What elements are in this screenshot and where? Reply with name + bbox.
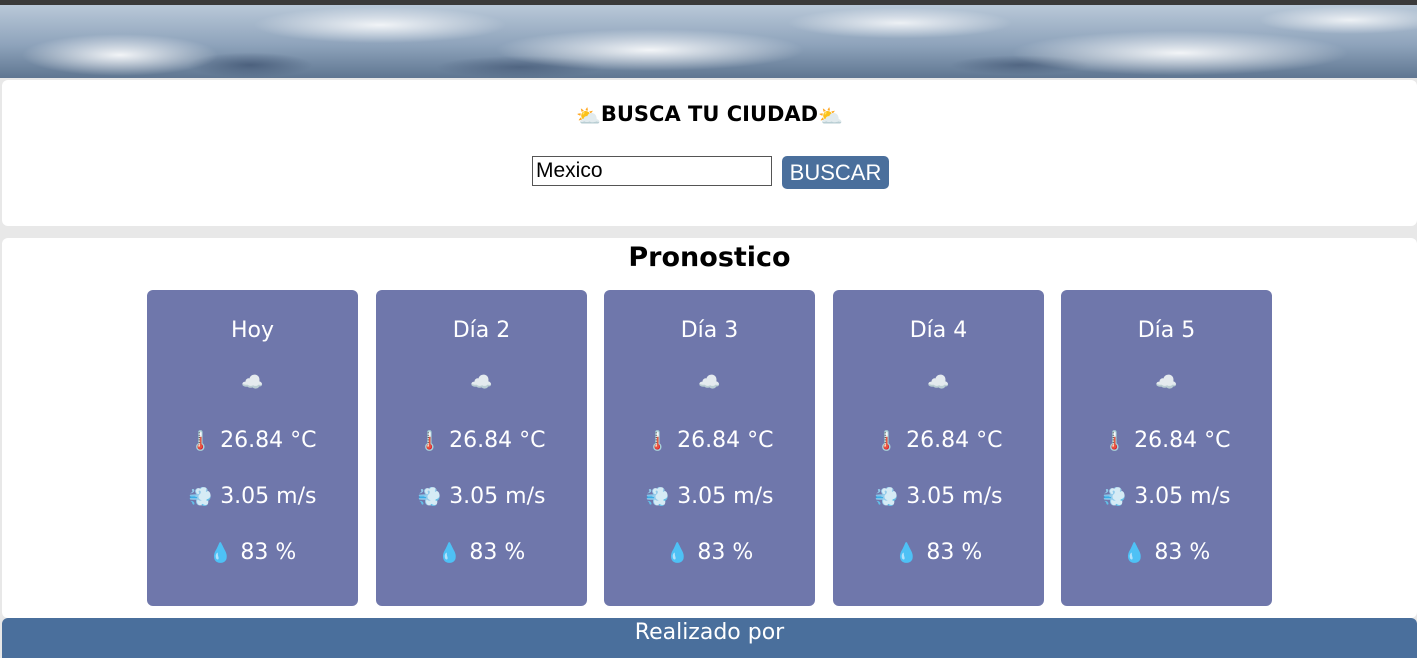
forecast-card-day-5: Día 5 ☁️ 🌡️ 26.84 °C 💨 3.05 m/s 💧 83 % (1061, 290, 1272, 606)
day-label: Día 3 (680, 318, 739, 343)
droplet-icon: 💧 (665, 542, 690, 564)
day-label: Día 5 (1137, 318, 1196, 343)
humidity-value: 83 % (697, 540, 754, 565)
humidity-row: 💧 83 % (833, 540, 1044, 565)
droplet-icon: 💧 (208, 542, 233, 564)
sun-behind-cloud-icon: ⛅ (818, 104, 844, 128)
search-panel: ⛅BUSCA TU CIUDAD⛅ BUSCAR (2, 80, 1417, 226)
forecast-panel: Pronostico Hoy ☁️ 🌡️ 26.84 °C 💨 3.05 m/s 💧… (2, 238, 1417, 618)
wind-icon: 💨 (417, 486, 442, 508)
humidity-row: 💧 83 % (1061, 540, 1272, 565)
city-search-input[interactable] (532, 156, 772, 186)
wind-value: 3.05 m/s (677, 484, 774, 509)
search-title: ⛅BUSCA TU CIUDAD⛅ (2, 102, 1417, 128)
cloud-icon: ☁️ (470, 372, 493, 393)
temperature-value: 26.84 °C (1134, 428, 1231, 453)
forecast-card-day-2: Día 2 ☁️ 🌡️ 26.84 °C 💨 3.05 m/s 💧 83 % (376, 290, 587, 606)
thermometer-icon: 🌡️ (417, 430, 442, 452)
footer-text: Realizado por (634, 620, 785, 645)
day-label: Hoy (230, 318, 275, 343)
wind-row: 💨 3.05 m/s (147, 484, 358, 509)
humidity-row: 💧 83 % (604, 540, 815, 565)
thermometer-icon: 🌡️ (188, 430, 213, 452)
temperature-value: 26.84 °C (677, 428, 774, 453)
wind-icon: 💨 (1102, 486, 1127, 508)
wind-value: 3.05 m/s (220, 484, 317, 509)
temperature-value: 26.84 °C (906, 428, 1003, 453)
wind-icon: 💨 (188, 486, 213, 508)
humidity-row: 💧 83 % (376, 540, 587, 565)
humidity-value: 83 % (926, 540, 983, 565)
humidity-value: 83 % (469, 540, 526, 565)
temperature-row: 🌡️ 26.84 °C (147, 428, 358, 453)
humidity-value: 83 % (240, 540, 297, 565)
forecast-card-day-3: Día 3 ☁️ 🌡️ 26.84 °C 💨 3.05 m/s 💧 83 % (604, 290, 815, 606)
wind-row: 💨 3.05 m/s (1061, 484, 1272, 509)
thermometer-icon: 🌡️ (874, 430, 899, 452)
temperature-row: 🌡️ 26.84 °C (376, 428, 587, 453)
day-label: Día 2 (452, 318, 511, 343)
temperature-row: 🌡️ 26.84 °C (1061, 428, 1272, 453)
droplet-icon: 💧 (1122, 542, 1147, 564)
cloud-icon: ☁️ (927, 372, 950, 393)
humidity-row: 💧 83 % (147, 540, 358, 565)
temperature-value: 26.84 °C (220, 428, 317, 453)
temperature-row: 🌡️ 26.84 °C (604, 428, 815, 453)
cloud-icon: ☁️ (698, 372, 721, 393)
droplet-icon: 💧 (437, 542, 462, 564)
wind-value: 3.05 m/s (906, 484, 1003, 509)
wind-value: 3.05 m/s (449, 484, 546, 509)
search-title-text: BUSCA TU CIUDAD (600, 102, 819, 126)
thermometer-icon: 🌡️ (1102, 430, 1127, 452)
wind-icon: 💨 (645, 486, 670, 508)
temperature-row: 🌡️ 26.84 °C (833, 428, 1044, 453)
droplet-icon: 💧 (894, 542, 919, 564)
forecast-card-day-1: Hoy ☁️ 🌡️ 26.84 °C 💨 3.05 m/s 💧 83 % (147, 290, 358, 606)
wind-row: 💨 3.05 m/s (604, 484, 815, 509)
forecast-title: Pronostico (628, 242, 791, 273)
search-button[interactable]: BUSCAR (782, 156, 889, 189)
wind-icon: 💨 (874, 486, 899, 508)
cloud-icon: ☁️ (241, 372, 264, 393)
temperature-value: 26.84 °C (449, 428, 546, 453)
humidity-value: 83 % (1154, 540, 1211, 565)
sky-banner-image (0, 5, 1417, 78)
sun-behind-cloud-icon: ⛅ (575, 104, 601, 128)
thermometer-icon: 🌡️ (645, 430, 670, 452)
wind-value: 3.05 m/s (1134, 484, 1231, 509)
day-label: Día 4 (909, 318, 968, 343)
forecast-card-day-4: Día 4 ☁️ 🌡️ 26.84 °C 💨 3.05 m/s 💧 83 % (833, 290, 1044, 606)
cloud-icon: ☁️ (1155, 372, 1178, 393)
footer: Realizado por (2, 618, 1417, 658)
wind-row: 💨 3.05 m/s (833, 484, 1044, 509)
wind-row: 💨 3.05 m/s (376, 484, 587, 509)
